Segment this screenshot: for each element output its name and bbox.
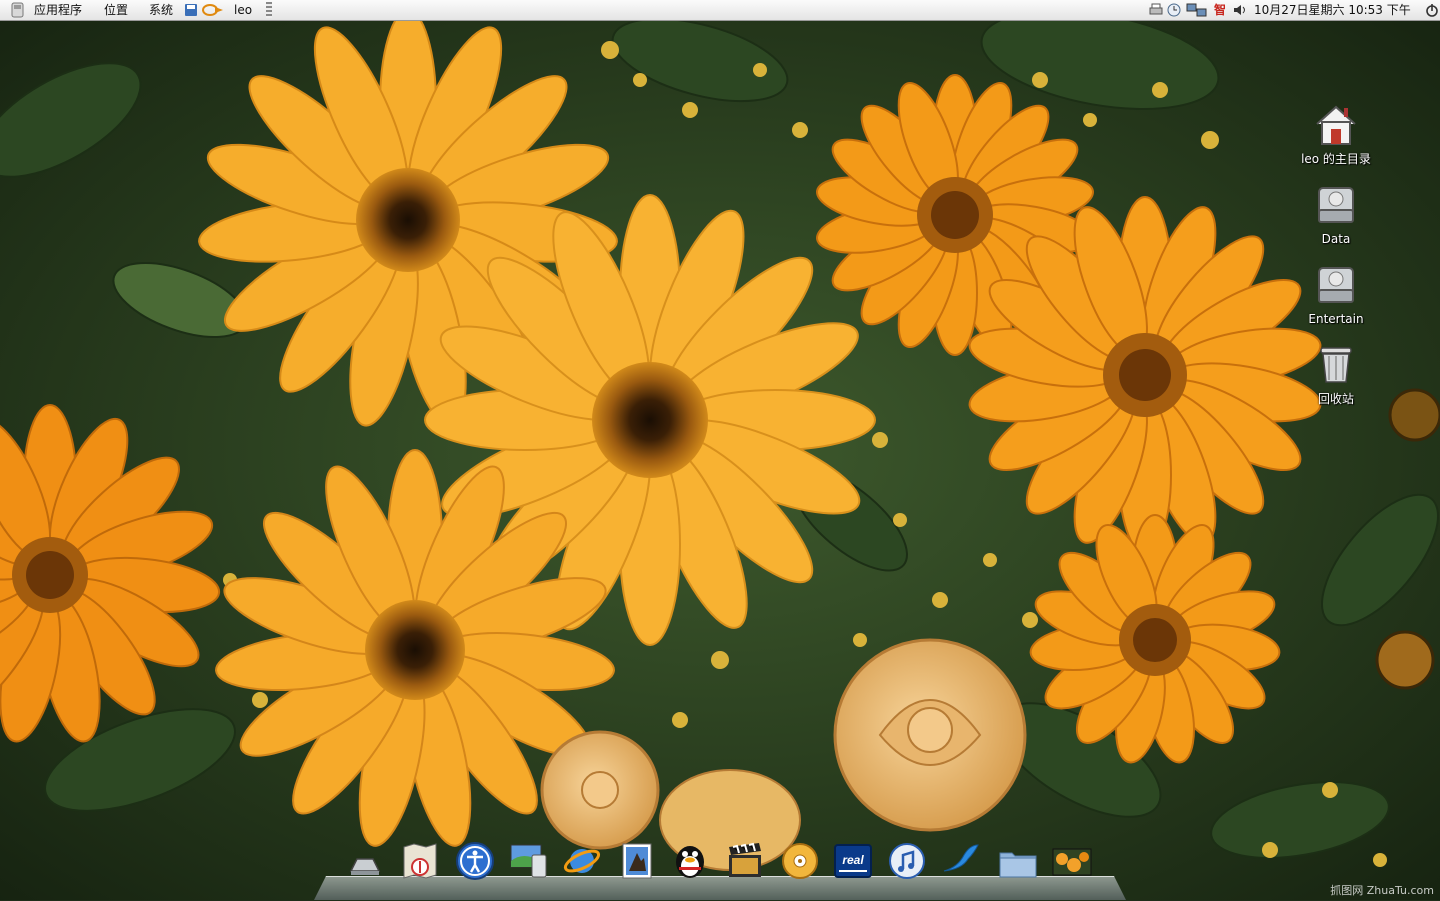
dock-item-qq[interactable] <box>670 841 710 881</box>
desktop-icon-label: 回收站 <box>1317 392 1354 406</box>
save-launcher-icon[interactable] <box>183 2 199 18</box>
dock-item-drive[interactable] <box>345 841 385 881</box>
drive-icon <box>349 858 381 875</box>
trash-icon <box>1320 347 1352 383</box>
flowers-thumbnail-icon <box>1052 848 1092 876</box>
desktop-icon-label: leo 的主目录 <box>1301 152 1371 166</box>
map-icon <box>403 843 437 879</box>
clock-applet-icon[interactable] <box>1166 2 1182 18</box>
gnome-foot-icon[interactable] <box>10 2 26 18</box>
top-panel: 应用程序 位置 系统 leo 智 10月27日星期六 10:53 下午 <box>0 0 1440 21</box>
dock-item-itunes[interactable] <box>887 841 927 881</box>
panel-separator <box>266 2 272 18</box>
watermark: 抓图网 ZhuaTu.com <box>1330 884 1434 897</box>
input-method-icon[interactable]: 智 <box>1214 2 1226 18</box>
accessibility-icon <box>456 842 494 880</box>
bird-app-icon <box>943 844 979 872</box>
desktop-icon-label: Entertain <box>1308 312 1364 326</box>
dock-item-movie[interactable] <box>725 841 765 881</box>
user-launcher[interactable]: leo <box>234 2 252 18</box>
applications-menu[interactable]: 应用程序 <box>34 2 82 18</box>
volume-icon[interactable] <box>1232 2 1248 18</box>
dock-item-folder[interactable] <box>998 841 1038 881</box>
power-icon[interactable] <box>1424 2 1440 18</box>
hard-drive-icon <box>1318 187 1354 223</box>
desktop-icon-label: Data <box>1321 232 1351 246</box>
desktop-wallpaper <box>0 0 1440 900</box>
desktop-icon-trash[interactable]: 回收站 <box>1291 342 1381 407</box>
dock-item-photo[interactable] <box>617 841 657 881</box>
realplayer-icon: real <box>834 844 872 878</box>
home-folder-icon <box>1316 105 1356 145</box>
dock-item-realplayer[interactable]: real <box>833 841 873 881</box>
hard-drive-icon <box>1318 267 1354 303</box>
music-disc-icon <box>782 843 818 879</box>
browser-icon <box>563 849 601 873</box>
system-menu[interactable]: 系统 <box>149 2 173 18</box>
dock-item-flowers-thumbnail[interactable] <box>1052 841 1092 881</box>
movie-icon <box>729 842 761 877</box>
network-launcher-icon[interactable] <box>201 2 225 18</box>
dock-item-map[interactable] <box>400 841 440 881</box>
dock-item-browser[interactable] <box>562 841 602 881</box>
clock[interactable]: 10月27日星期六 10:53 下午 <box>1254 2 1411 18</box>
desktop-preview-icon <box>510 844 547 878</box>
qq-penguin-icon <box>676 846 704 878</box>
network-status-icon[interactable] <box>1186 2 1208 18</box>
photo-icon <box>622 843 652 879</box>
desktop-icon-entertain[interactable]: Entertain <box>1291 262 1381 327</box>
dock-item-music-disc[interactable] <box>780 841 820 881</box>
dock-item-bird-app[interactable] <box>941 841 981 881</box>
dock-item-accessibility[interactable] <box>455 841 495 881</box>
places-menu[interactable]: 位置 <box>104 2 128 18</box>
desktop-icon-home[interactable]: leo 的主目录 <box>1291 102 1381 167</box>
dock-item-desktop-preview[interactable] <box>508 841 548 881</box>
itunes-icon <box>889 843 925 879</box>
folder-icon <box>999 852 1037 878</box>
printer-icon[interactable] <box>1148 2 1164 18</box>
realplayer-label: real <box>842 853 864 867</box>
desktop-icon-data[interactable]: Data <box>1291 182 1381 247</box>
